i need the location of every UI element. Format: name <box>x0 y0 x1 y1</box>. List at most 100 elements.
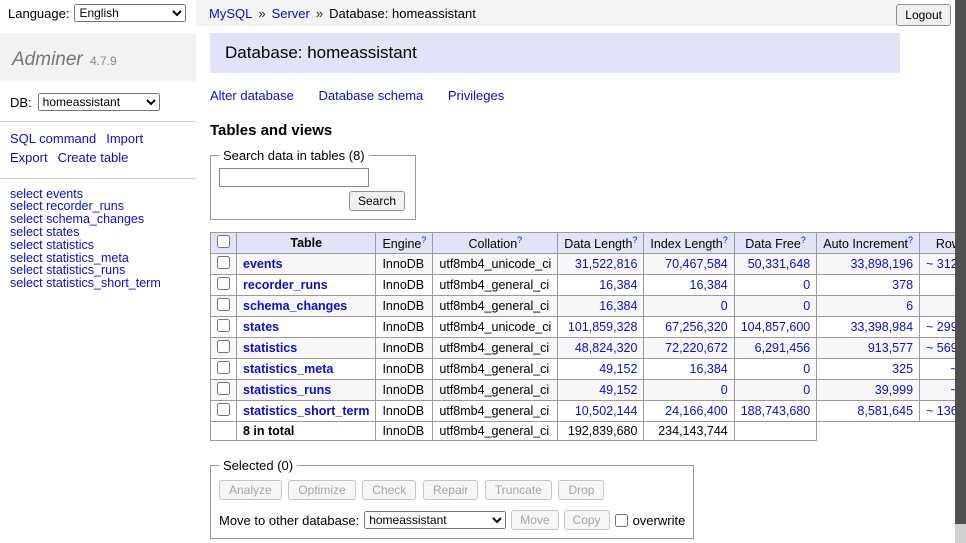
table-name-link[interactable]: statistics <box>243 341 297 355</box>
index-length-link[interactable]: 0 <box>721 299 728 313</box>
analyze-button[interactable]: Analyze <box>219 480 282 500</box>
row-checkbox[interactable] <box>217 277 230 290</box>
table-row: statistics_short_termInnoDButf8mb4_gener… <box>211 401 966 422</box>
help-icon[interactable]: ? <box>517 235 522 245</box>
row-checkbox[interactable] <box>217 298 230 311</box>
drop-button[interactable]: Drop <box>558 480 604 500</box>
sidebar-actions: SQL command Import Export Create table <box>0 122 196 179</box>
index-length-link[interactable]: 0 <box>721 383 728 397</box>
index-length-link[interactable]: 16,384 <box>690 278 728 292</box>
adminer-page: Language: English MySQL » Server » Datab… <box>0 0 966 543</box>
total-collation: utf8mb4_general_ci <box>433 422 558 441</box>
export-link[interactable]: Export <box>10 150 48 165</box>
table-name-cell: statistics_short_term <box>237 401 376 422</box>
move-db-select[interactable]: homeassistant <box>364 511 506 529</box>
data-free-link[interactable]: 0 <box>803 278 810 292</box>
row-checkbox[interactable] <box>217 340 230 353</box>
auto-increment-link[interactable]: 913,577 <box>868 341 913 355</box>
help-icon[interactable]: ? <box>908 235 913 245</box>
auto-increment-link[interactable]: 6 <box>906 299 913 313</box>
data-free-link[interactable]: 50,331,648 <box>748 257 811 271</box>
checkbox-cell <box>211 401 237 422</box>
data-length-link[interactable]: 10,502,144 <box>575 404 638 418</box>
create-table-sidebar-link[interactable]: Create table <box>58 150 129 165</box>
auto_increment-cell: 33,398,984 <box>817 317 920 338</box>
import-link[interactable]: Import <box>106 131 143 146</box>
table-name-link[interactable]: states <box>243 320 279 334</box>
data-free-link[interactable]: 6,291,456 <box>755 341 811 355</box>
language-select[interactable]: English <box>74 4 186 22</box>
help-icon[interactable]: ? <box>421 235 426 245</box>
help-icon[interactable]: ? <box>801 235 806 245</box>
database-schema-link[interactable]: Database schema <box>318 88 423 103</box>
row-checkbox[interactable] <box>217 382 230 395</box>
data-free-link[interactable]: 188,743,680 <box>741 404 811 418</box>
vertical-scrollbar[interactable] <box>955 0 966 543</box>
tables-body: eventsInnoDButf8mb4_unicode_ci31,522,816… <box>211 254 966 441</box>
table-name-link[interactable]: statistics_runs <box>243 383 331 397</box>
index-length-link[interactable]: 72,220,672 <box>665 341 728 355</box>
row-checkbox[interactable] <box>217 361 230 374</box>
total-label: 8 in total <box>237 422 376 441</box>
auto-increment-link[interactable]: 33,398,984 <box>850 320 913 334</box>
truncate-button[interactable]: Truncate <box>485 480 552 500</box>
auto_increment-cell: 33,898,196 <box>817 254 920 275</box>
data-free-link[interactable]: 0 <box>803 299 810 313</box>
sidebar-table-link[interactable]: select statistics_short_term <box>10 276 161 290</box>
alter-database-link[interactable]: Alter database <box>210 88 294 103</box>
auto_increment-cell: 8,581,645 <box>817 401 920 422</box>
db-select[interactable]: homeassistant <box>38 93 160 111</box>
search-input[interactable] <box>219 168 369 187</box>
privileges-link[interactable]: Privileges <box>448 88 504 103</box>
index-length-link[interactable]: 67,256,320 <box>665 320 728 334</box>
data-length-link[interactable]: 49,152 <box>599 383 637 397</box>
breadcrumb-mysql-link[interactable]: MySQL <box>209 6 252 21</box>
select-all-checkbox[interactable] <box>217 235 230 248</box>
data-length-link[interactable]: 31,522,816 <box>575 257 638 271</box>
auto-increment-link[interactable]: 378 <box>892 278 913 292</box>
table-name-link[interactable]: statistics_short_term <box>243 404 369 418</box>
column-header: Data Length? <box>558 233 644 254</box>
search-button[interactable]: Search <box>349 191 405 211</box>
table-name-link[interactable]: schema_changes <box>243 299 347 313</box>
table-name-link[interactable]: statistics_meta <box>243 362 333 376</box>
column-header: Table <box>237 233 376 254</box>
search-fieldset: Search data in tables (8) Search <box>210 148 416 220</box>
scrollbar-thumb[interactable] <box>955 0 966 524</box>
auto-increment-link[interactable]: 8,581,645 <box>857 404 913 418</box>
search-legend: Search data in tables (8) <box>219 148 369 163</box>
data_free-cell: 0 <box>734 275 817 296</box>
help-icon[interactable]: ? <box>632 235 637 245</box>
data-length-link[interactable]: 49,152 <box>599 362 637 376</box>
data-length-link[interactable]: 16,384 <box>599 299 637 313</box>
move-button[interactable]: Move <box>511 510 558 530</box>
check-button[interactable]: Check <box>362 480 416 500</box>
index-length-link[interactable]: 24,166,400 <box>665 404 728 418</box>
help-icon[interactable]: ? <box>723 235 728 245</box>
index-length-link[interactable]: 16,384 <box>690 362 728 376</box>
logout-button[interactable]: Logout <box>896 4 951 26</box>
auto-increment-link[interactable]: 39,999 <box>875 383 913 397</box>
index-length-link[interactable]: 70,467,584 <box>665 257 728 271</box>
auto-increment-link[interactable]: 33,898,196 <box>850 257 913 271</box>
sql-command-link[interactable]: SQL command <box>10 131 96 146</box>
optimize-button[interactable]: Optimize <box>288 480 355 500</box>
auto-increment-link[interactable]: 325 <box>892 362 913 376</box>
overwrite-checkbox[interactable] <box>615 514 628 527</box>
repair-button[interactable]: Repair <box>423 480 478 500</box>
data-length-link[interactable]: 48,824,320 <box>575 341 638 355</box>
table-row: statistics_runsInnoDButf8mb4_general_ci4… <box>211 380 966 401</box>
breadcrumb-server-link[interactable]: Server <box>272 6 310 21</box>
sidebar: Adminer 4.7.9 DB: homeassistant SQL comm… <box>0 26 196 299</box>
data-free-link[interactable]: 0 <box>803 383 810 397</box>
copy-button[interactable]: Copy <box>564 510 610 530</box>
data-length-link[interactable]: 16,384 <box>599 278 637 292</box>
table-name-link[interactable]: events <box>243 257 283 271</box>
data-free-link[interactable]: 0 <box>803 362 810 376</box>
row-checkbox[interactable] <box>217 403 230 416</box>
row-checkbox[interactable] <box>217 256 230 269</box>
row-checkbox[interactable] <box>217 319 230 332</box>
table-name-link[interactable]: recorder_runs <box>243 278 328 292</box>
data-free-link[interactable]: 104,857,600 <box>741 320 811 334</box>
data-length-link[interactable]: 101,859,328 <box>568 320 638 334</box>
